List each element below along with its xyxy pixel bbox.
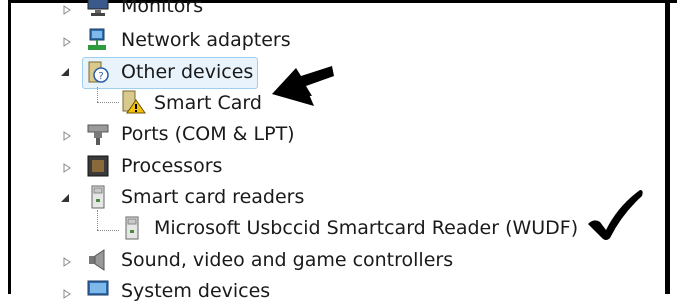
collapse-arrow-icon[interactable] xyxy=(61,36,73,48)
smart-card-reader-icon xyxy=(86,185,110,209)
network-adapter-icon xyxy=(86,28,110,52)
arrow-left-icon xyxy=(268,62,338,114)
tree-item-label: System devices xyxy=(121,280,271,302)
collapse-arrow-icon[interactable] xyxy=(61,288,73,300)
collapse-arrow-icon[interactable] xyxy=(61,4,73,16)
tree-connector xyxy=(97,230,119,231)
port-icon xyxy=(86,122,110,146)
monitor-icon xyxy=(86,0,110,18)
tree-item-label: Other devices xyxy=(121,61,254,83)
warning-device-icon xyxy=(120,90,146,114)
tree-connector xyxy=(97,102,119,103)
checkmark-icon xyxy=(586,188,646,246)
unknown-device-icon: ? xyxy=(86,60,110,84)
tree-item-label: Processors xyxy=(121,155,223,177)
smart-card-reader-icon xyxy=(120,216,144,240)
system-device-icon xyxy=(86,279,110,303)
expand-arrow-icon[interactable] xyxy=(59,192,71,204)
tree-connector xyxy=(97,210,98,230)
tree-item-label: Microsoft Usbccid Smartcard Reader (WUDF… xyxy=(154,217,579,239)
collapse-arrow-icon[interactable] xyxy=(61,130,73,142)
window-right-edge xyxy=(665,0,670,294)
processor-icon xyxy=(86,154,110,178)
collapse-arrow-icon[interactable] xyxy=(61,162,73,174)
svg-text:?: ? xyxy=(98,71,103,82)
collapse-arrow-icon[interactable] xyxy=(61,256,73,268)
tree-connector xyxy=(97,87,98,102)
tree-item-label: Network adapters xyxy=(121,29,291,51)
tree-item-label: Monitors xyxy=(121,0,204,17)
tree-item-label: Smart Card xyxy=(154,92,262,114)
tree-item-label: Sound, video and game controllers xyxy=(121,249,454,271)
expand-arrow-icon[interactable] xyxy=(59,66,71,78)
tree-item-label: Ports (COM & LPT) xyxy=(121,123,295,145)
tree-item-label: Smart card readers xyxy=(121,186,305,208)
speaker-icon xyxy=(86,248,110,272)
